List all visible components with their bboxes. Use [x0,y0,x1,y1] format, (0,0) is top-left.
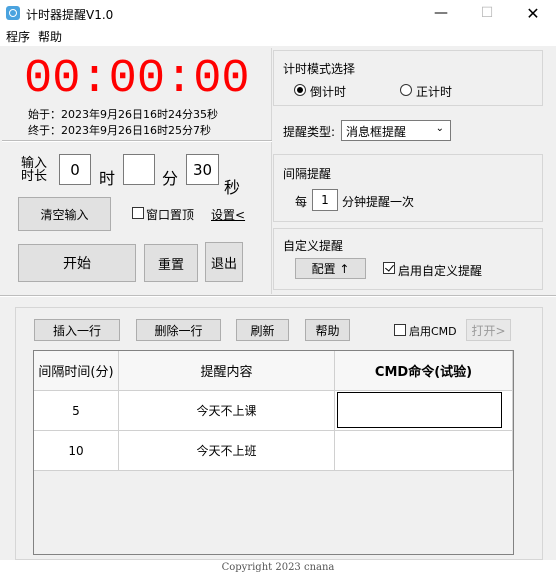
interval-suffix: 分钟提醒一次 [342,195,415,209]
close-button[interactable]: ✕ [510,0,556,26]
header-interval[interactable]: 间隔时间(分) [34,351,119,391]
hours-input[interactable]: 0 [59,154,91,185]
table-cell-cmd[interactable] [335,431,513,471]
pin-window-label: 窗口置顶 [146,208,195,222]
reminder-type-value: 消息框提醒 [346,125,407,139]
start-button[interactable]: 开始 [18,244,136,282]
maximize-button[interactable]: ☐ [464,0,510,26]
seconds-unit: 秒 [224,178,241,197]
insert-row-button[interactable]: 插入一行 [34,319,120,341]
enable-cmd-label: 启用CMD [409,325,457,338]
countdown-label: 倒计时 [310,85,347,99]
minutes-unit: 分 [162,169,179,188]
interval-input[interactable]: 1 [312,189,338,211]
menu-bar: 程序 帮助 [0,26,556,46]
enable-cmd-checkbox[interactable] [394,324,406,336]
enable-custom-checkbox[interactable] [383,262,395,274]
title-bar: 计时器提醒V1.0 — ☐ ✕ [0,0,556,26]
table-cell-interval[interactable]: 5 [34,391,119,431]
reminder-type-select[interactable]: 消息框提醒 ⌄ [341,120,451,141]
table-cell-content[interactable]: 今天不上班 [119,431,335,471]
table-cell-cmd[interactable] [335,391,513,431]
minutes-input[interactable] [123,154,155,185]
start-time-label: 始于：2023年9月26日16时24分35秒 [28,108,218,121]
custom-title: 自定义提醒 [283,239,344,253]
timer-display: 00:00:00 [24,53,250,106]
reminder-type-label: 提醒类型: [283,125,336,139]
enable-custom-label: 启用自定义提醒 [398,264,483,278]
countdown-radio[interactable] [294,84,306,96]
menu-help[interactable]: 帮助 [38,28,62,45]
table-cell-interval[interactable]: 10 [34,431,119,471]
minimize-button[interactable]: — [418,0,464,26]
pin-window-checkbox[interactable] [132,207,144,219]
countup-label: 正计时 [416,85,453,99]
clear-input-button[interactable]: 清空输入 [18,197,111,231]
hours-unit: 时 [99,169,116,188]
exit-button[interactable]: 退出 [205,242,243,282]
reset-button[interactable]: 重置 [144,244,198,282]
refresh-button[interactable]: 刷新 [236,319,289,341]
seconds-input[interactable]: 30 [186,154,219,185]
header-cmd[interactable]: CMD命令(试验) [335,351,513,391]
header-content[interactable]: 提醒内容 [119,351,335,391]
table-cell-content[interactable]: 今天不上课 [119,391,335,431]
reminder-table: 间隔时间(分) 提醒内容 CMD命令(试验) 5 今天不上课 10 今天不上班 [33,350,514,555]
divider [2,140,272,142]
countup-radio[interactable] [400,84,412,96]
section-divider [0,295,556,297]
interval-title: 间隔提醒 [283,167,332,181]
duration-label: 输入时长 [20,156,47,184]
table-help-button[interactable]: 帮助 [305,319,350,341]
mode-title: 计时模式选择 [283,62,356,76]
chevron-down-icon: ⌄ [435,123,444,134]
app-icon [6,6,20,20]
end-time-label: 终于：2023年9月26日16时25分7秒 [28,124,211,137]
menu-program[interactable]: 程序 [6,28,30,45]
config-button[interactable]: 配置 ↑ [295,258,366,279]
table-empty-area [34,471,513,554]
open-button[interactable]: 打开> [466,319,511,341]
settings-link[interactable]: 设置< [211,206,245,223]
delete-row-button[interactable]: 删除一行 [136,319,221,341]
copyright-text: Copyright 2023 cnana [221,562,335,573]
window-title: 计时器提醒V1.0 [26,8,114,22]
status-bar: Copyright 2023 cnana [0,560,556,578]
interval-prefix: 每 [295,195,308,209]
cmd-edit-field[interactable] [337,392,502,428]
